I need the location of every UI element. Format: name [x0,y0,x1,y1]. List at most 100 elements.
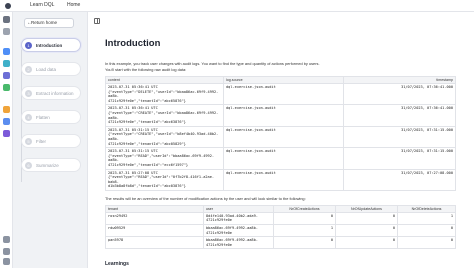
sidebar-toggle-icon[interactable] [94,18,100,24]
app-logo-icon[interactable] [5,3,11,9]
timestamp-cell: 31/07/2023, 07:31:15.000 [343,125,456,149]
step-flatten[interactable]: 4 Flatten [21,110,81,124]
log-json: {"eventType":"DELETE","userId":"bbaa86ac… [108,89,219,99]
log-source-cell: dql-exercise-json-audit [223,82,344,106]
log-json: {"eventType":"CREATE","userId":"b8ef4b40… [108,132,219,141]
lesson-content: Introduction In this example, you track … [105,38,465,250]
log-json: d1b3b8a8fb8d","tenantId":"abc03876"} [108,184,186,189]
tenant-cell: pan5978 [105,236,204,250]
table-header-row: content log.source timestamp [105,76,456,84]
step-summarize[interactable]: 6 Summarize [21,158,81,172]
expand-icon[interactable] [3,236,10,243]
table-row[interactable]: rdw09529 bbaa86ac-69f9-4992-aa8b- 4721c9… [105,224,456,238]
timestamp-cell: 31/07/2023, 07:31:15.000 [343,147,456,170]
step-number: 4 [25,114,32,121]
app-shortcut-icon[interactable] [3,72,10,79]
step-number: 1 [25,42,32,49]
content-cell: 2023-07-31 05:36:41 UTC {"eventType":"DE… [105,82,224,106]
step-number: 6 [25,162,32,169]
search-icon[interactable] [3,16,10,23]
return-home-button[interactable]: ← Return home [24,18,74,28]
user-id-line: 4721c929fe0e [206,242,232,247]
top-bar: Learn DQL Home [0,0,474,12]
step-label: Load data [36,67,57,72]
app-shortcut-icon[interactable] [3,130,10,137]
table-row[interactable]: pan5978 bbaa86ac-69f9-4992-aa8b- 4721c92… [105,236,456,250]
table-row[interactable]: 2023-07-31 05:31:15 UTC {"eventType":"RE… [105,147,456,170]
user-cell: bbaa86ac-69f9-4992-aa8b- 4721c929fe0e [203,224,274,238]
return-home-label: Return home [31,20,58,25]
log-json: {"eventType":"CREATE","userId":"bbaa86ac… [108,110,219,120]
table-row[interactable]: 2023-07-31 05:36:41 UTC {"eventType":"DE… [105,82,456,106]
app-shortcut-icon[interactable] [3,106,10,113]
create-count-cell: 0 [273,211,336,226]
learnings-heading: Learnings [105,261,129,267]
log-source-cell: dql-exercise-json-audit [223,104,344,127]
column-header[interactable]: user [203,204,274,213]
column-header[interactable]: tenant [105,204,204,213]
column-header[interactable]: NrOfUpdateActions [335,204,398,213]
summary-table: tenant user NrOfCreateActions NrOfUpdate… [105,204,456,250]
timestamp-cell: 31/07/2023, 07:27:08.000 [343,168,456,191]
page-title: Introduction [105,38,161,49]
content-cell: 2023-07-31 05:31:15 UTC {"eventType":"CR… [105,125,224,149]
step-label: Summarize [36,163,59,168]
arrow-left-icon: ← [27,20,32,26]
app-name[interactable]: Learn DQL [30,2,54,8]
log-source-cell: dql-exercise-json-audit [223,125,344,149]
log-json: 4721c929fe0e","tenantId":"abc05829"} [108,141,186,146]
timestamp-cell: 31/07/2023, 07:36:41.000 [343,104,456,127]
step-filter[interactable]: 5 Filter [21,134,81,148]
step-label: Extract information [36,91,74,96]
user-id-line: 4721c929fe0e [206,218,232,223]
home-link[interactable]: Home [67,2,80,8]
app-shortcut-icon[interactable] [3,60,10,67]
column-header[interactable]: NrOfCreateActions [273,204,336,213]
table-header-row: tenant user NrOfCreateActions NrOfUpdate… [105,204,456,213]
app-icon-rail [0,12,13,268]
create-count-cell: 1 [273,224,336,238]
update-count-cell: 0 [335,211,398,226]
content-cell: 2023-07-31 05:36:41 UTC {"eventType":"CR… [105,104,224,127]
table-row[interactable]: 2023-07-31 05:31:15 UTC {"eventType":"CR… [105,125,456,149]
user-cell: bbaa86ac-69f9-4992-aa8b- 4721c929fe0e [203,236,274,250]
step-load-data[interactable]: 2 Load data [21,62,81,76]
column-header[interactable]: content [105,76,224,84]
column-header[interactable]: NrOfDeleteActions [397,204,456,213]
user-id-line: 4721c929fe0e [206,230,232,235]
update-count-cell: 0 [335,224,398,238]
table-row[interactable]: 2023-07-31 05:36:41 UTC {"eventType":"CR… [105,104,456,127]
log-json: 4721c929fe0e","tenantId":"ecc6f1597"} [108,162,189,167]
step-introduction[interactable]: 1 Introduction [21,38,81,52]
tenant-cell: rosn29492 [105,211,204,226]
app-shortcut-icon[interactable] [3,118,10,125]
step-number: 5 [25,138,32,145]
update-count-cell: 0 [335,236,398,250]
app-shortcut-icon[interactable] [3,48,10,55]
log-source-cell: dql-exercise-json-audit [223,147,344,170]
user-cell: 8d4fe140-93ad-40b2-ada9- 4721c929fe0e [203,211,274,226]
column-header[interactable]: timestamp [343,76,456,84]
table-row[interactable]: rosn29492 8d4fe140-93ad-40b2-ada9- 4721c… [105,211,456,226]
apps-icon[interactable] [3,28,10,35]
result-intro-text: The results will be an overview of the n… [105,195,306,201]
log-json: {"eventType":"READ","userId":"0f7b2f8-41… [108,175,215,184]
delete-count-cell: 1 [397,211,456,226]
table-row[interactable]: 2023-07-31 05:27:08 UTC {"eventType":"RE… [105,168,456,191]
column-header[interactable]: log.source [223,76,344,84]
content-cell: 2023-07-31 05:27:08 UTC {"eventType":"RE… [105,168,224,191]
step-extract-information[interactable]: 3 Extract information [21,86,81,100]
step-number: 3 [25,90,32,97]
step-label: Filter [36,139,46,144]
settings-icon[interactable] [3,258,10,265]
lesson-sidebar: ← Return home 1 Introduction 2 Load data… [13,12,88,268]
help-icon[interactable] [3,248,10,255]
raw-log-table: content log.source timestamp 2023-07-31 … [105,76,456,191]
intro-text-2: You'll start with the following raw audi… [105,67,187,72]
log-json: 4721c929fe0e","tenantId":"abc65876"} [108,98,186,103]
main-content: Introduction In this example, you track … [88,12,474,268]
delete-count-cell: 0 [397,224,456,238]
create-count-cell: 0 [273,236,336,250]
app-shortcut-icon[interactable] [3,84,10,91]
tenant-cell: rdw09529 [105,224,204,238]
